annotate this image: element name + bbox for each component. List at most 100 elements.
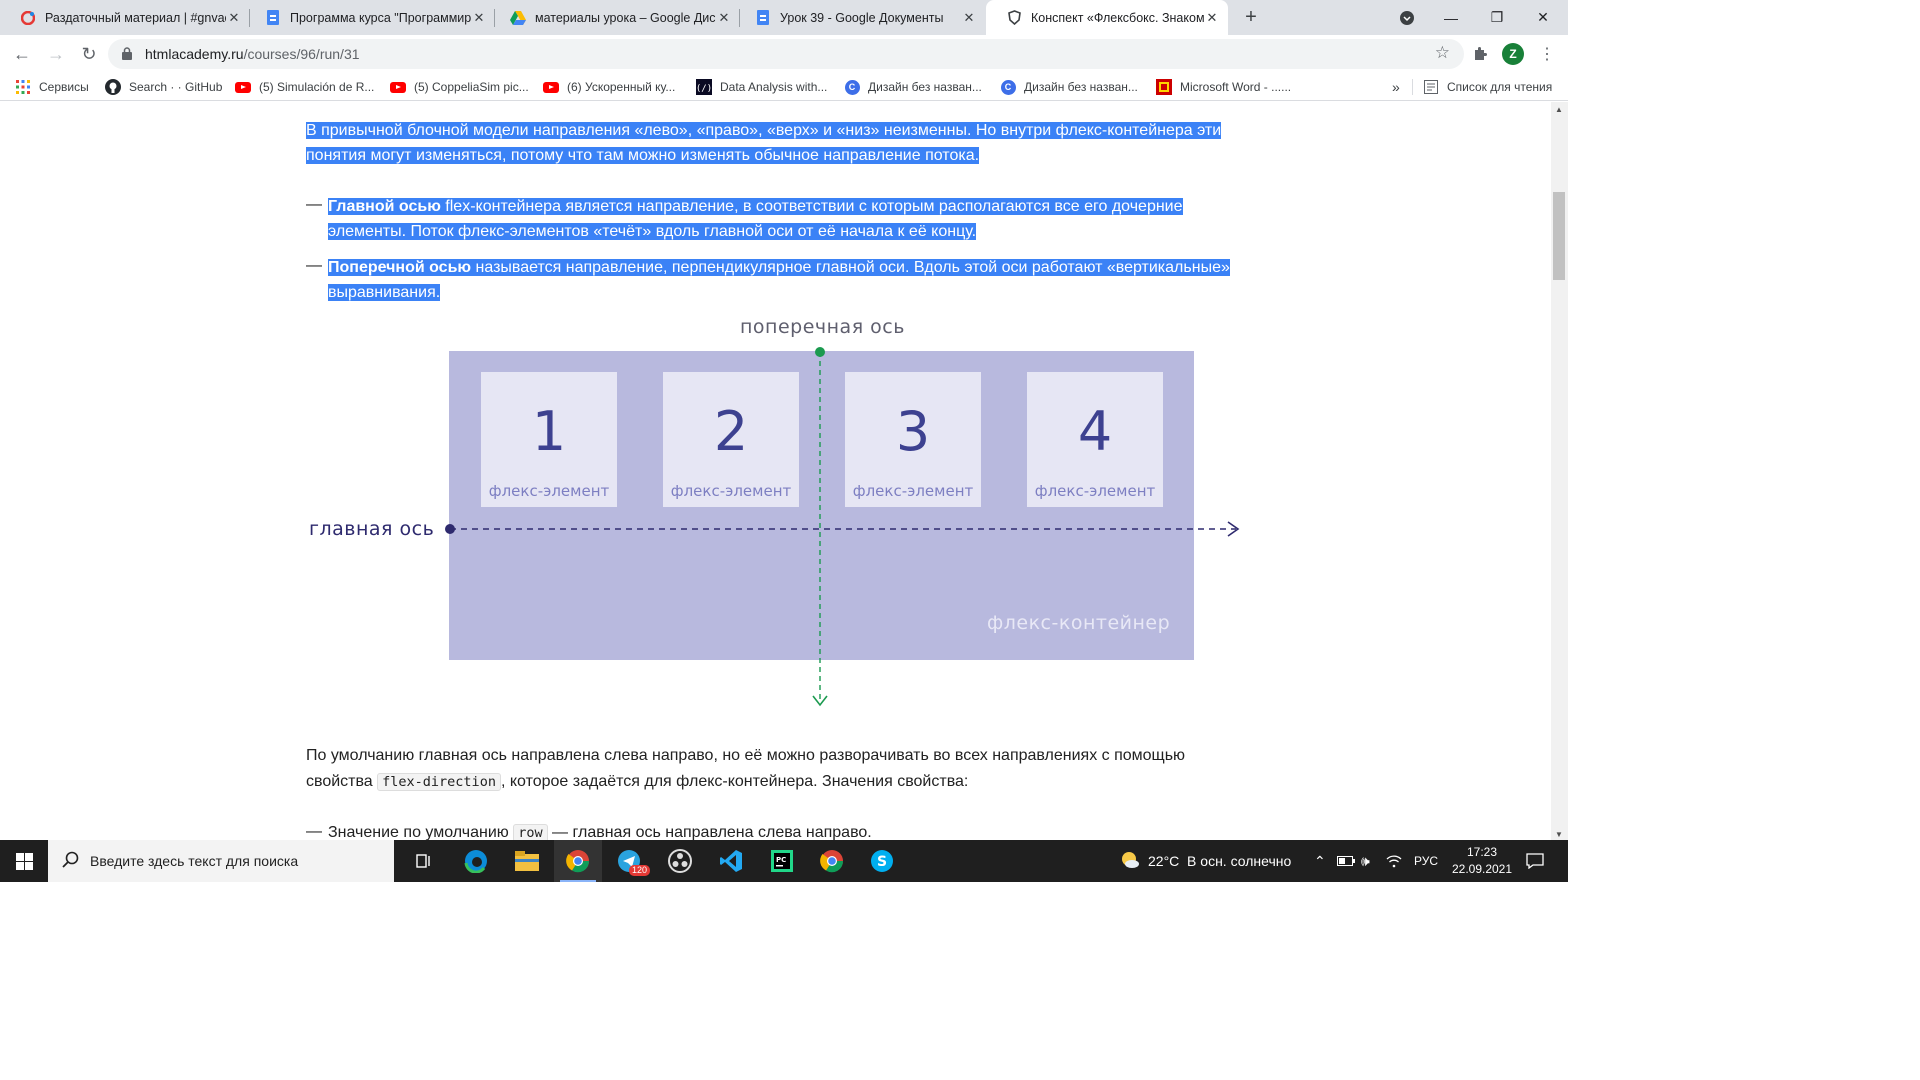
google-docs-icon [265, 10, 281, 26]
flex-direction-code: flex-direction [377, 773, 501, 791]
reading-list-label: Список для чтения [1447, 80, 1553, 94]
close-tab-icon[interactable]: ✕ [471, 10, 487, 26]
language-indicator[interactable]: РУС [1414, 840, 1438, 882]
youtube-icon [235, 79, 251, 95]
extensions-puzzle-icon[interactable] [1466, 40, 1494, 68]
bookmark-star-icon[interactable]: ☆ [1435, 43, 1450, 63]
close-tab-icon[interactable]: ✕ [961, 10, 977, 26]
close-tab-icon[interactable]: ✕ [1204, 10, 1220, 26]
browser-menu-icon[interactable]: ⋮ [1533, 40, 1561, 68]
chrome-taskbar-icon[interactable] [554, 840, 602, 882]
new-tab-button[interactable]: + [1240, 7, 1262, 29]
bookmark-label: Сервисы [39, 80, 89, 94]
bookmark-youtube-simulacion[interactable]: (5) Simulación de R... [235, 78, 374, 96]
telegram-unread-badge: 120 [629, 865, 651, 876]
google-docs-icon [755, 10, 771, 26]
row-bullet-pre: Значение по умолчанию [328, 824, 514, 840]
htmlacademy-shield-icon [1006, 10, 1022, 26]
bookmark-youtube-coppeliasim[interactable]: (5) CoppeliaSim pic... [390, 78, 529, 96]
apps-grid-icon [15, 79, 31, 95]
tab-flexbox-summary[interactable]: Конспект «Флексбокс. Знакомст ✕ [986, 0, 1228, 35]
obs-studio-icon[interactable] [656, 840, 704, 882]
browser-toolbar: ← → ↻ htmlacademy.ru/courses/96/run/31 ☆… [0, 35, 1568, 73]
cross-axis-arrow [812, 347, 828, 707]
reading-list-icon [1423, 79, 1439, 95]
search-icon [62, 851, 80, 874]
youtube-icon [543, 79, 559, 95]
chrome-second-icon[interactable] [808, 840, 856, 882]
close-tab-icon[interactable]: ✕ [226, 10, 242, 26]
close-tab-icon[interactable]: ✕ [716, 10, 732, 26]
bookmark-canva-design-2[interactable]: C Дизайн без назван... [1000, 78, 1138, 96]
clock-time: 17:23 [1466, 845, 1498, 859]
taskbar-search-placeholder: Введите здесь текст для поиска [90, 853, 299, 869]
row-code: row [513, 824, 548, 840]
weather-sun-icon [1120, 850, 1140, 873]
notifications-icon[interactable] [1526, 840, 1544, 882]
profile-avatar[interactable]: Z [1502, 43, 1524, 65]
url-text: htmlacademy.ru/courses/96/run/31 [145, 46, 360, 62]
bookmark-canva-design-1[interactable]: C Дизайн без назван... [844, 78, 982, 96]
browser-tab-strip: Раздаточный материал | #gnvac ✕ Программ… [0, 0, 1568, 35]
bookmark-microsoft-word[interactable]: Microsoft Word - ...... [1156, 78, 1291, 96]
page-scrollbar[interactable]: ▲ ▼ [1551, 102, 1568, 840]
skype-icon[interactable]: S [858, 840, 906, 882]
bookmark-youtube-course[interactable]: (6) Ускоренный ку... [543, 78, 675, 96]
forward-button[interactable]: → [42, 40, 70, 68]
svg-text:(/): (/) [696, 84, 712, 94]
battery-icon[interactable] [1337, 840, 1355, 882]
bookmark-services[interactable]: Сервисы [15, 78, 89, 96]
vscode-icon[interactable] [707, 840, 755, 882]
clock-date: 22.09.2021 [1451, 862, 1513, 876]
telegram-icon[interactable]: 120 [605, 840, 653, 882]
tab-title: Программа курса "Программир [290, 10, 471, 25]
bookmarks-divider [1412, 79, 1413, 95]
bookmark-label: (6) Ускоренный ку... [567, 80, 676, 94]
pdf-icon [1156, 79, 1172, 95]
tab-course-program[interactable]: Программа курса "Программир ✕ [245, 0, 495, 35]
scroll-up-icon[interactable]: ▲ [1555, 105, 1563, 114]
pycharm-icon[interactable]: PC [758, 840, 806, 882]
windows-taskbar: Введите здесь текст для поиска 120 PC S … [0, 840, 1568, 882]
windows-start-icon[interactable] [0, 840, 48, 882]
github-icon [105, 79, 121, 95]
task-view-icon[interactable] [400, 840, 448, 882]
taskbar-search-box[interactable]: Введите здесь текст для поиска [48, 840, 394, 882]
lock-icon [122, 47, 132, 60]
canva-icon: C [844, 79, 860, 95]
bookmark-label: Дизайн без назван... [1024, 80, 1138, 94]
row-bullet-post: — главная ось направлена слева направо. [547, 824, 872, 840]
tab-lesson-39[interactable]: Урок 39 - Google Документы ✕ [735, 0, 985, 35]
direction-line-2-post: , которое задаётся для флекс-контейнера.… [500, 773, 969, 790]
bookmark-label: Search · · GitHub [129, 80, 223, 94]
minimize-window-button[interactable]: — [1428, 0, 1474, 35]
bookmark-data-analysis[interactable]: (/) Data Analysis with... [696, 78, 827, 96]
address-bar[interactable]: htmlacademy.ru/courses/96/run/31 ☆ [108, 39, 1464, 69]
reading-list-button[interactable]: Список для чтения [1423, 78, 1552, 96]
file-explorer-icon[interactable] [503, 840, 551, 882]
bookmark-label: Data Analysis with... [720, 80, 828, 94]
tab-search-icon[interactable] [1384, 0, 1430, 35]
bookmarks-bar: Сервисы Search · · GitHub (5) Simulación… [0, 73, 1568, 101]
bookmarks-overflow-button[interactable]: » [1392, 78, 1400, 96]
show-hidden-icons-button[interactable]: ⌃ [1314, 840, 1326, 882]
row-value-bullet: Значение по умолчанию row — главная ось … [328, 820, 872, 840]
scrollbar-thumb[interactable] [1553, 192, 1565, 280]
red-favicon-icon [20, 10, 36, 26]
scroll-down-icon[interactable]: ▼ [1555, 830, 1563, 839]
direction-line-1: По умолчанию главная ось направлена слев… [306, 747, 1186, 764]
edge-icon[interactable] [452, 840, 500, 882]
volume-icon[interactable]: 🕪 [1361, 840, 1370, 882]
bookmark-label: (5) Simulación de R... [259, 80, 375, 94]
bookmark-github-search[interactable]: Search · · GitHub [105, 78, 222, 96]
tab-handout[interactable]: Раздаточный материал | #gnvac ✕ [0, 0, 250, 35]
tab-drive-materials[interactable]: материалы урока – Google Дис ✕ [490, 0, 740, 35]
back-button[interactable]: ← [8, 40, 36, 68]
restore-window-button[interactable]: ❐ [1474, 0, 1520, 35]
wifi-icon[interactable] [1386, 840, 1402, 882]
close-window-button[interactable]: ✕ [1520, 0, 1566, 35]
reload-button[interactable]: ↻ [75, 40, 103, 68]
tab-title: Урок 39 - Google Документы [780, 10, 944, 25]
system-clock[interactable]: 17:23 22.09.2021 [1446, 844, 1518, 878]
weather-widget[interactable]: 22°C В осн. солнечно [1120, 840, 1291, 882]
